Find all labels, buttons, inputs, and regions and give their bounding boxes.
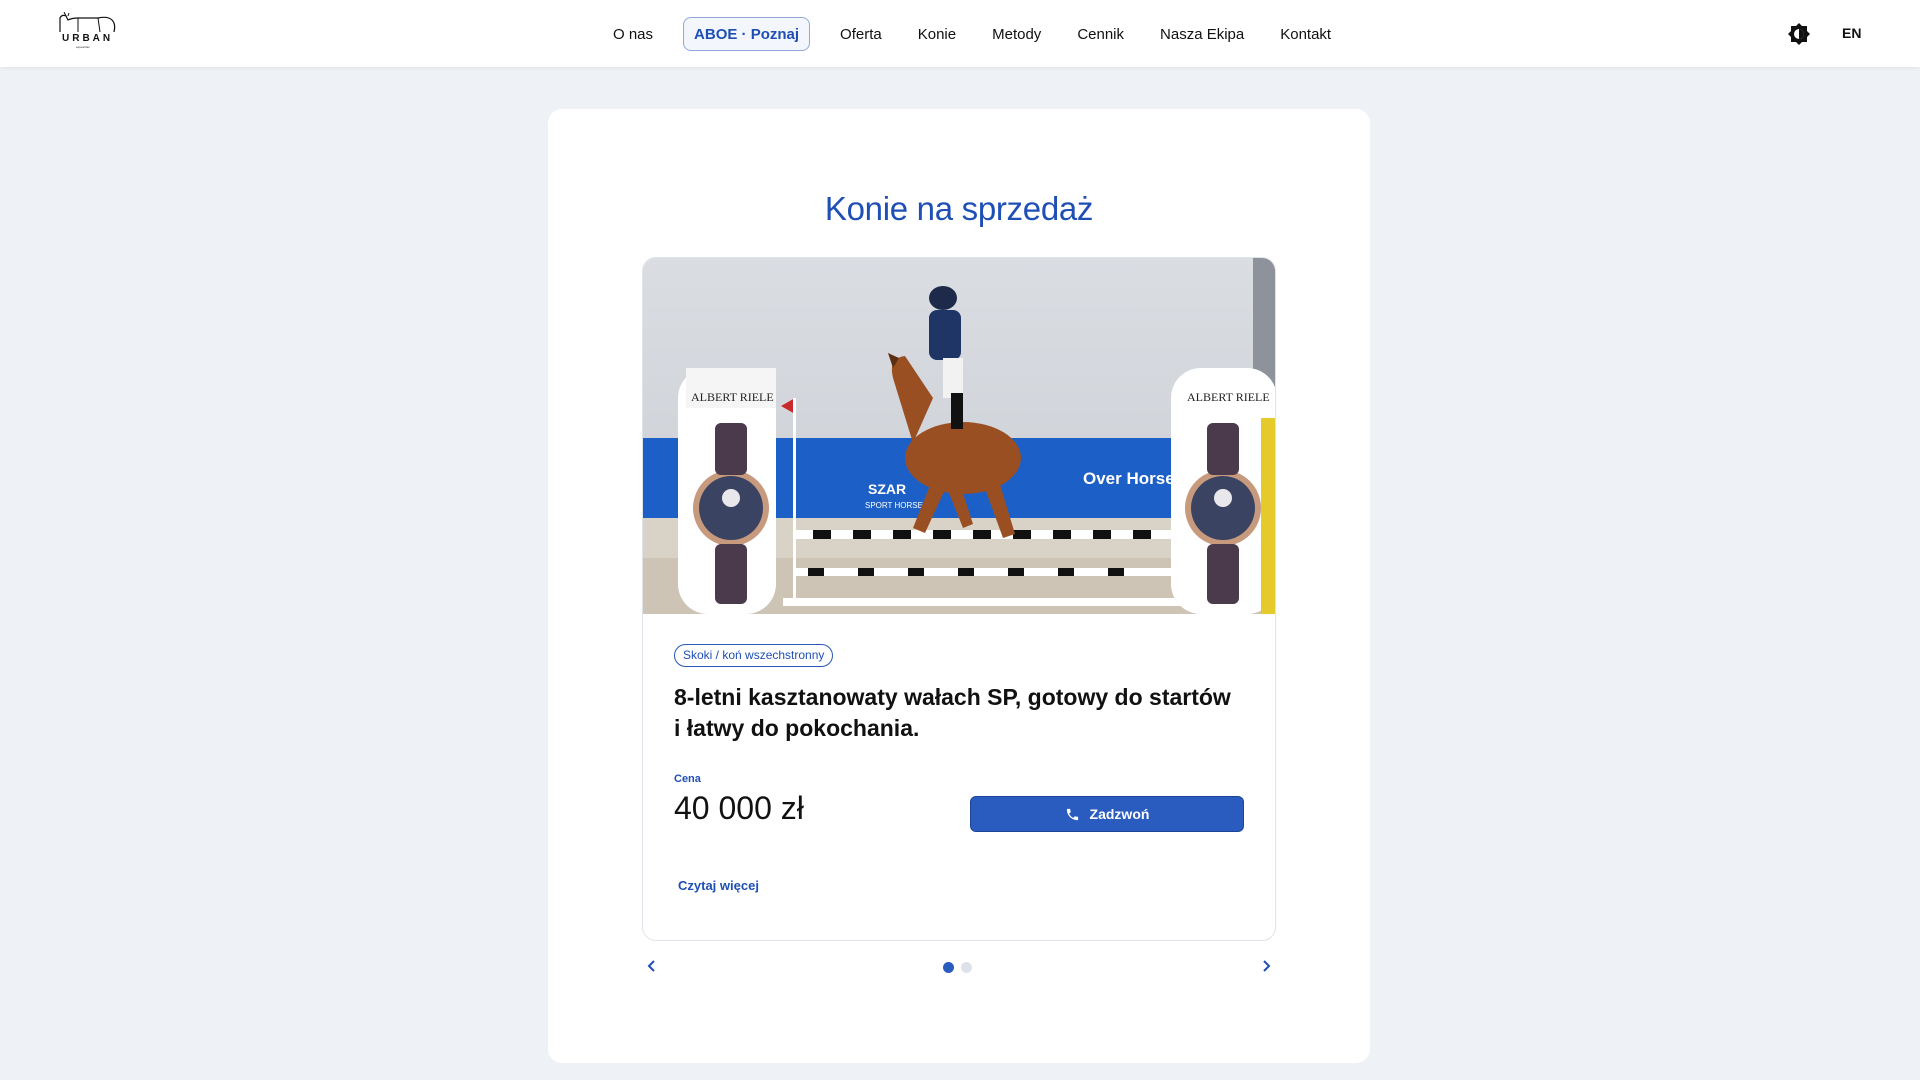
- phone-icon: [1066, 808, 1078, 820]
- nav-item-metody[interactable]: Metody: [974, 17, 1059, 51]
- main-nav: O nas ABOE · Poznaj Oferta Konie Metody …: [595, 17, 1349, 51]
- carousel-dot-1[interactable]: [943, 962, 954, 973]
- price-value: 40 000 zł: [674, 790, 804, 826]
- banner-brand-right-logo: Over Horse: [1083, 469, 1175, 488]
- language-switch[interactable]: EN: [1842, 25, 1861, 41]
- sponsor-right-logo: ALBERT RIELE: [1187, 390, 1270, 404]
- read-more-link[interactable]: Czytaj więcej: [678, 878, 759, 893]
- nav-item-cennik[interactable]: Cennik: [1059, 17, 1142, 51]
- banner-brand-center-logo: SZAR: [868, 481, 906, 497]
- listing-title: 8-letni kasztanowaty wałach SP, gotowy d…: [674, 684, 1231, 741]
- nav-item-o-nas[interactable]: O nas: [595, 17, 671, 51]
- price-label: Cena: [674, 773, 701, 785]
- nav-item-aboe-poznaj[interactable]: ABOE · Poznaj: [683, 17, 811, 51]
- nav-item-konie[interactable]: Konie: [900, 17, 974, 51]
- horse-listing-card: Over Horse SZAR SPORT HORSE ALBERT RIELE…: [642, 257, 1276, 941]
- theme-toggle-icon[interactable]: [1788, 23, 1810, 45]
- nav-item-nasza-ekipa[interactable]: Nasza Ekipa: [1142, 17, 1262, 51]
- sponsor-left-logo: ALBERT RIELE: [691, 390, 774, 404]
- logo-subtitle: equestrian: [76, 45, 91, 49]
- horses-for-sale-panel: Konie na sprzedaż Over Horse SZAR SPORT …: [548, 109, 1370, 1063]
- carousel-next-button[interactable]: [1256, 956, 1276, 976]
- chevron-right-icon: [1263, 960, 1271, 972]
- carousel-prev-button[interactable]: [642, 956, 662, 976]
- logo-text: URBAN: [62, 33, 114, 44]
- call-button[interactable]: Zadzwoń: [970, 796, 1244, 832]
- call-button-label: Zadzwoń: [1089, 806, 1150, 822]
- carousel-dots: [943, 962, 972, 973]
- category-tag: Skoki / koń wszechstronny: [674, 644, 834, 667]
- nav-item-oferta[interactable]: Oferta: [822, 17, 900, 51]
- site-header: URBAN equestrian O nas ABOE · Poznaj Ofe…: [0, 0, 1920, 67]
- banner-brand-center-sub: SPORT HORSE: [865, 501, 923, 510]
- horse-jumping-photo: Over Horse SZAR SPORT HORSE ALBERT RIELE…: [643, 258, 1275, 614]
- nav-item-kontakt[interactable]: Kontakt: [1262, 17, 1349, 51]
- logo[interactable]: URBAN equestrian: [58, 11, 120, 49]
- chevron-left-icon: [647, 960, 655, 972]
- carousel-dot-2[interactable]: [961, 962, 972, 973]
- section-title: Konie na sprzedaż: [824, 190, 1094, 227]
